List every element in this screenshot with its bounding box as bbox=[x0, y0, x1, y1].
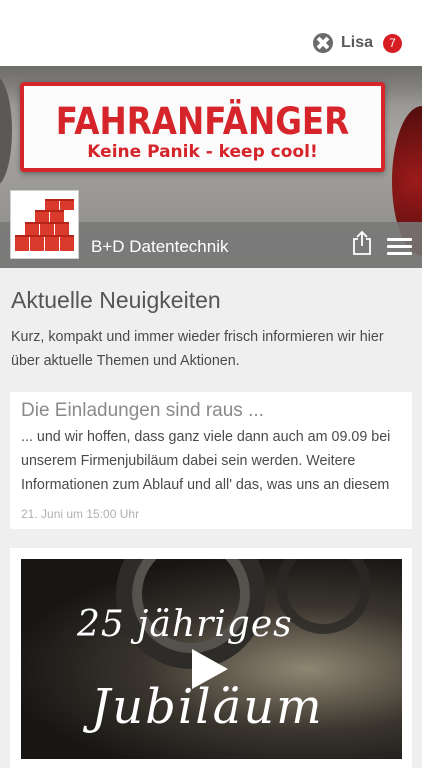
menu-line bbox=[387, 252, 412, 255]
stacked-blocks-logo-icon bbox=[15, 199, 74, 251]
user-switch-icon[interactable] bbox=[312, 33, 333, 53]
intro-text: Kurz, kompakt und immer wieder frisch in… bbox=[11, 329, 384, 369]
video-card[interactable]: 25 jähriges Jubiläum bbox=[10, 548, 412, 768]
news-body: ... und wir hoffen, dass ganz viele dann… bbox=[21, 429, 391, 493]
user-name[interactable]: Lisa bbox=[341, 34, 373, 52]
video-player[interactable]: 25 jähriges Jubiläum bbox=[21, 559, 402, 759]
menu-line bbox=[387, 238, 412, 241]
user-menu[interactable]: Lisa 7 bbox=[312, 33, 402, 53]
menu-line bbox=[387, 245, 412, 248]
brand-name: B+D Datentechnik bbox=[91, 237, 229, 256]
top-bar: Lisa 7 bbox=[0, 0, 422, 66]
news-card[interactable]: Die Einladungen sind raus ... ... und wi… bbox=[10, 392, 412, 529]
hamburger-menu-icon[interactable] bbox=[387, 238, 412, 256]
notification-badge[interactable]: 7 bbox=[383, 33, 402, 53]
hero-sticker: FAHRANFÄNGER Keine Panik - keep cool! bbox=[20, 82, 385, 172]
sticker-subtitle: Keine Panik - keep cool! bbox=[87, 142, 318, 162]
company-logo[interactable] bbox=[10, 190, 79, 259]
news-date: 21. Juni um 15:00 Uhr bbox=[21, 507, 140, 521]
share-icon[interactable] bbox=[351, 230, 373, 256]
video-title-line1: 25 jähriges bbox=[77, 604, 293, 645]
page-title: Aktuelle Neuigkeiten bbox=[11, 287, 221, 313]
news-title[interactable]: Die Einladungen sind raus ... bbox=[21, 400, 264, 422]
play-icon[interactable] bbox=[192, 649, 228, 689]
sticker-title: FAHRANFÄNGER bbox=[55, 100, 350, 143]
